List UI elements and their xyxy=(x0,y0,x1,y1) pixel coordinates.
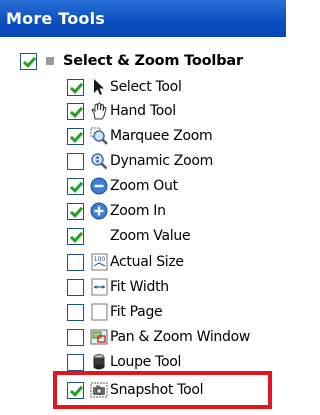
blank-icon-slot xyxy=(90,227,108,245)
tool-label: Dynamic Zoom xyxy=(110,153,213,169)
dynamic-zoom-icon xyxy=(90,152,108,170)
tool-label: Hand Tool xyxy=(110,103,176,119)
checkbox[interactable] xyxy=(67,353,84,371)
checkbox[interactable] xyxy=(67,253,84,271)
tool-label: Fit Page xyxy=(110,304,163,320)
tool-item-pan-zoom-window[interactable]: Pan & Zoom Window xyxy=(67,327,250,347)
checkbox[interactable] xyxy=(67,227,84,245)
tool-item-loupe[interactable]: Loupe Tool xyxy=(67,352,181,372)
zoom-in-icon xyxy=(90,202,108,220)
tool-item-marquee-zoom[interactable]: Marquee Zoom xyxy=(67,126,213,146)
tool-item-fit-page[interactable]: Fit Page xyxy=(67,302,163,322)
checkbox[interactable] xyxy=(67,78,84,96)
tool-label: Zoom In xyxy=(110,203,166,219)
tool-item-zoom-value[interactable]: Zoom Value xyxy=(67,226,191,246)
tool-label: Zoom Out xyxy=(110,178,178,194)
fit-page-icon xyxy=(90,303,108,321)
tool-label: Marquee Zoom xyxy=(110,128,213,144)
tool-label: Actual Size xyxy=(110,254,184,270)
tool-label: Select Tool xyxy=(110,79,182,95)
tool-item-fit-width[interactable]: Fit Width xyxy=(67,277,169,297)
tool-item-zoom-out[interactable]: Zoom Out xyxy=(67,176,178,196)
group-bullet xyxy=(46,57,54,65)
highlight-box xyxy=(53,371,272,409)
panel-title: More Tools xyxy=(0,0,286,37)
zoom-out-icon xyxy=(90,177,108,195)
tool-item-select[interactable]: Select Tool xyxy=(67,77,182,97)
checkbox[interactable] xyxy=(67,127,84,145)
checkbox[interactable] xyxy=(67,328,84,346)
tool-label: Loupe Tool xyxy=(110,354,182,370)
group-select-zoom-toolbar[interactable]: Select & Zoom Toolbar xyxy=(20,51,243,71)
arrow-cursor-icon xyxy=(90,78,108,96)
checkbox[interactable] xyxy=(67,202,84,220)
tool-label: Pan & Zoom Window xyxy=(110,329,250,345)
group-checkbox[interactable] xyxy=(20,52,37,70)
pan-zoom-window-icon xyxy=(90,328,108,346)
svg-text:100: 100 xyxy=(93,256,105,263)
tool-label: Fit Width xyxy=(110,279,169,295)
checkbox[interactable] xyxy=(67,152,84,170)
checkbox[interactable] xyxy=(67,177,84,195)
tool-item-zoom-in[interactable]: Zoom In xyxy=(67,201,166,221)
tool-item-actual-size[interactable]: 100 Actual Size xyxy=(67,252,184,272)
group-label: Select & Zoom Toolbar xyxy=(63,53,243,69)
checkbox[interactable] xyxy=(67,102,84,120)
checkbox[interactable] xyxy=(67,278,84,296)
fit-width-icon xyxy=(90,278,108,296)
loupe-icon xyxy=(90,353,108,371)
tool-item-hand[interactable]: Hand Tool xyxy=(67,101,176,121)
hand-icon xyxy=(90,102,108,120)
tool-label: Zoom Value xyxy=(110,228,191,244)
actual-size-icon: 100 xyxy=(90,253,108,271)
checkbox[interactable] xyxy=(67,303,84,321)
marquee-zoom-icon xyxy=(90,127,108,145)
tool-item-dynamic-zoom[interactable]: Dynamic Zoom xyxy=(67,151,213,171)
